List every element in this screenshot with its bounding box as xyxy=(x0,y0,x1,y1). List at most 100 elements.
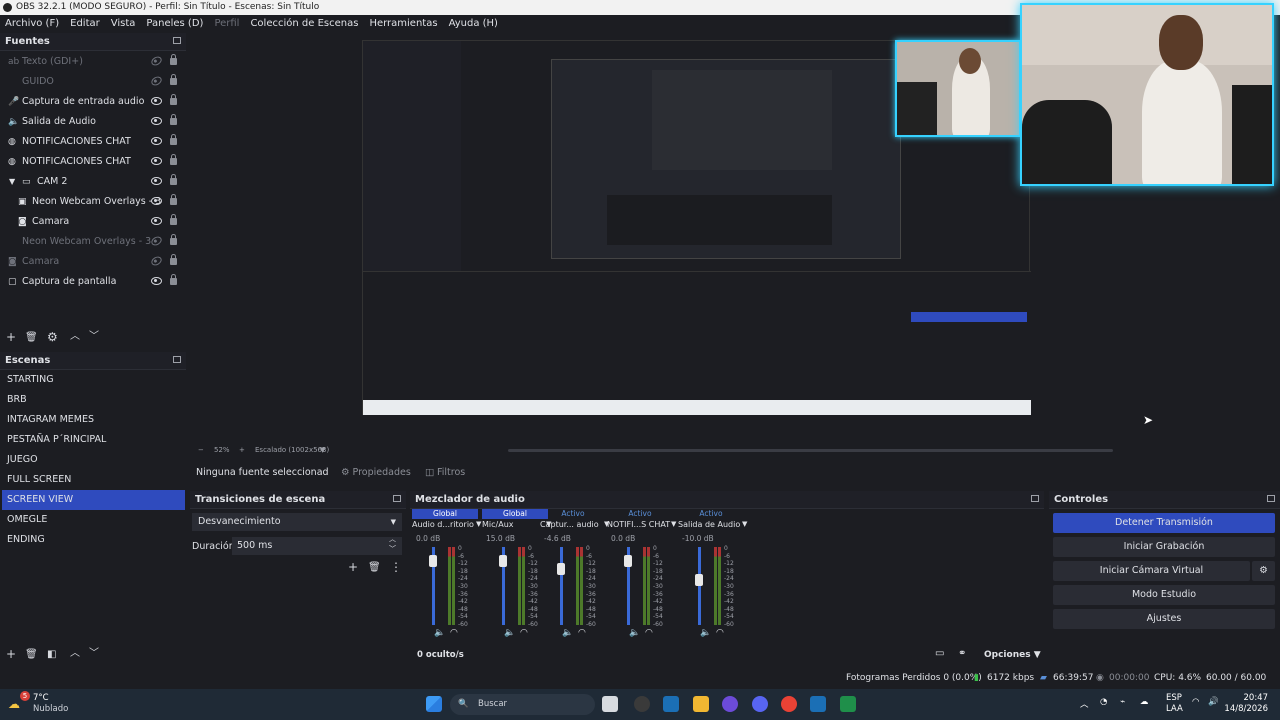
task-view-icon[interactable] xyxy=(602,696,618,712)
add-scene-icon[interactable]: + xyxy=(6,648,16,660)
add-source-icon[interactable]: + xyxy=(6,331,16,343)
language[interactable]: ESP xyxy=(1166,693,1182,703)
scale-dropdown-icon[interactable]: ▼ xyxy=(320,444,325,456)
link-icon[interactable]: ⚭ xyxy=(958,648,966,659)
source-item[interactable]: GUIDO xyxy=(0,72,186,92)
channel-name[interactable]: Captur... audio xyxy=(540,520,599,529)
move-down-icon[interactable]: ﹀ xyxy=(89,648,99,660)
language-layout[interactable]: LAA xyxy=(1166,704,1183,714)
visibility-eye-icon[interactable] xyxy=(151,177,162,185)
wifi-icon[interactable]: ◠ xyxy=(1192,697,1199,707)
steam-icon[interactable] xyxy=(663,696,679,712)
source-item[interactable]: ◍ NOTIFICACIONES CHAT xyxy=(0,152,186,172)
settings-button[interactable]: Ajustes xyxy=(1053,609,1275,629)
source-item[interactable]: 🔈 Salida de Audio xyxy=(0,112,186,132)
tray-icon[interactable]: ◔ xyxy=(1100,697,1107,707)
visibility-eye-icon[interactable] xyxy=(151,157,162,165)
menu-ayuda[interactable]: Ayuda (H) xyxy=(449,18,498,29)
monitor-headphone-icon[interactable]: ◠ xyxy=(716,628,724,638)
menu-paneles[interactable]: Paneles (D) xyxy=(146,18,203,29)
scene-item[interactable]: BRB xyxy=(2,390,185,410)
mute-icon[interactable]: 🔈 xyxy=(434,628,445,638)
monitor-headphone-icon[interactable]: ◠ xyxy=(645,628,653,638)
lock-icon[interactable] xyxy=(170,274,177,285)
clock-date[interactable]: 14/8/2026 xyxy=(1220,704,1268,714)
visibility-eye-icon[interactable] xyxy=(151,277,162,285)
file-explorer-icon[interactable] xyxy=(693,696,709,712)
spin-arrows-icon[interactable]: ︿ ﹀ xyxy=(389,534,396,554)
excel-icon[interactable] xyxy=(840,696,856,712)
remove-scene-icon[interactable]: 🗑 xyxy=(25,649,38,661)
menu-perfil[interactable]: Perfil xyxy=(214,18,239,29)
undock-icon[interactable] xyxy=(1267,495,1275,502)
add-transition-icon[interactable]: + xyxy=(348,561,358,573)
visibility-eye-icon[interactable] xyxy=(151,97,162,105)
undock-icon[interactable] xyxy=(173,37,181,44)
menu-vista[interactable]: Vista xyxy=(111,18,136,29)
visibility-eye-icon[interactable] xyxy=(151,117,162,125)
duration-input[interactable]: 500 ms ︿ ﹀ xyxy=(232,534,402,555)
scene-item[interactable]: FULL SCREEN xyxy=(2,470,185,490)
fader-handle[interactable] xyxy=(695,573,703,586)
channel-menu-icon[interactable]: ▼ xyxy=(742,520,747,528)
scene-item[interactable]: STARTING xyxy=(2,370,185,390)
discord-icon[interactable] xyxy=(752,696,768,712)
twitch-icon[interactable] xyxy=(722,696,738,712)
lock-icon[interactable] xyxy=(170,54,177,65)
scene-item[interactable]: SCREEN VIEW xyxy=(2,490,185,510)
scene-item[interactable]: PESTAÑA P´RINCIPAL xyxy=(2,430,185,450)
start-recording-button[interactable]: Iniciar Grabación xyxy=(1053,537,1275,557)
remove-source-icon[interactable]: 🗑 xyxy=(25,332,38,344)
source-item[interactable]: 🎤 Captura de entrada audio xyxy=(0,92,186,112)
properties-button[interactable]: ⚙ Propiedades xyxy=(341,462,411,484)
menu-coleccion[interactable]: Colección de Escenas xyxy=(250,18,358,29)
zoom-out-icon[interactable]: − xyxy=(198,444,204,456)
channel-name[interactable]: Salida de Audio xyxy=(678,520,740,529)
channel-name[interactable]: Mic/Aux xyxy=(482,520,514,529)
visibility-eye-icon[interactable] xyxy=(149,54,164,68)
fader-handle[interactable] xyxy=(429,555,437,568)
monitor-headphone-icon[interactable]: ◠ xyxy=(520,628,528,638)
channel-menu-icon[interactable]: ▼ xyxy=(671,520,676,528)
fader-handle[interactable] xyxy=(557,562,565,575)
volume-fader[interactable] xyxy=(698,547,701,625)
mute-icon[interactable]: 🔈 xyxy=(700,628,711,638)
source-item[interactable]: ▣ Neon Webcam Overlays - 3 xyxy=(0,192,186,212)
studio-mode-button[interactable]: Modo Estudio xyxy=(1053,585,1275,605)
start-virtual-camera-button[interactable]: Iniciar Cámara Virtual xyxy=(1053,561,1250,581)
virtual-camera-settings-gear-icon[interactable]: ⚙ xyxy=(1252,561,1275,581)
source-item[interactable]: ▢ Captura de pantalla xyxy=(0,272,186,292)
source-item[interactable]: Neon Webcam Overlays - 3 xyxy=(0,232,186,252)
source-item[interactable]: ◙ Camara xyxy=(0,252,186,272)
move-up-icon[interactable]: ︿ xyxy=(70,331,80,343)
undock-icon[interactable] xyxy=(173,356,181,363)
volume-fader[interactable] xyxy=(560,547,563,625)
lock-icon[interactable] xyxy=(170,194,177,205)
mute-icon[interactable]: 🔈 xyxy=(629,628,640,638)
source-item[interactable]: ◍ NOTIFICACIONES CHAT xyxy=(0,132,186,152)
remove-transition-icon[interactable]: 🗑 xyxy=(368,562,381,574)
undock-icon[interactable] xyxy=(1031,495,1039,502)
monitor-headphone-icon[interactable]: ◠ xyxy=(450,628,458,638)
undock-icon[interactable] xyxy=(393,495,401,502)
lock-icon[interactable] xyxy=(170,154,177,165)
visibility-eye-icon[interactable] xyxy=(149,234,164,248)
mute-icon[interactable]: 🔈 xyxy=(562,628,573,638)
windows-start-icon[interactable] xyxy=(426,696,442,712)
scene-item[interactable]: OMEGLE xyxy=(2,510,185,530)
menu-editar[interactable]: Editar xyxy=(70,18,100,29)
lock-icon[interactable] xyxy=(170,134,177,145)
stop-stream-button[interactable]: Detener Transmisión xyxy=(1053,513,1275,533)
steam-icon[interactable] xyxy=(810,696,826,712)
fader-handle[interactable] xyxy=(499,555,507,568)
source-item[interactable]: ▼ ▭ CAM 2 xyxy=(0,172,186,192)
visibility-eye-icon[interactable] xyxy=(151,197,162,205)
lock-icon[interactable] xyxy=(170,254,177,265)
mute-icon[interactable]: 🔈 xyxy=(504,628,515,638)
tray-icon[interactable]: ⌁ xyxy=(1120,697,1125,707)
source-item[interactable]: ◙ Camara xyxy=(0,212,186,232)
taskbar-search[interactable]: 🔍 Buscar xyxy=(450,694,595,715)
mixer-options-button[interactable]: Opciones ▼ xyxy=(984,650,1041,660)
move-up-icon[interactable]: ︿ xyxy=(70,648,80,660)
fader-handle[interactable] xyxy=(624,555,632,568)
